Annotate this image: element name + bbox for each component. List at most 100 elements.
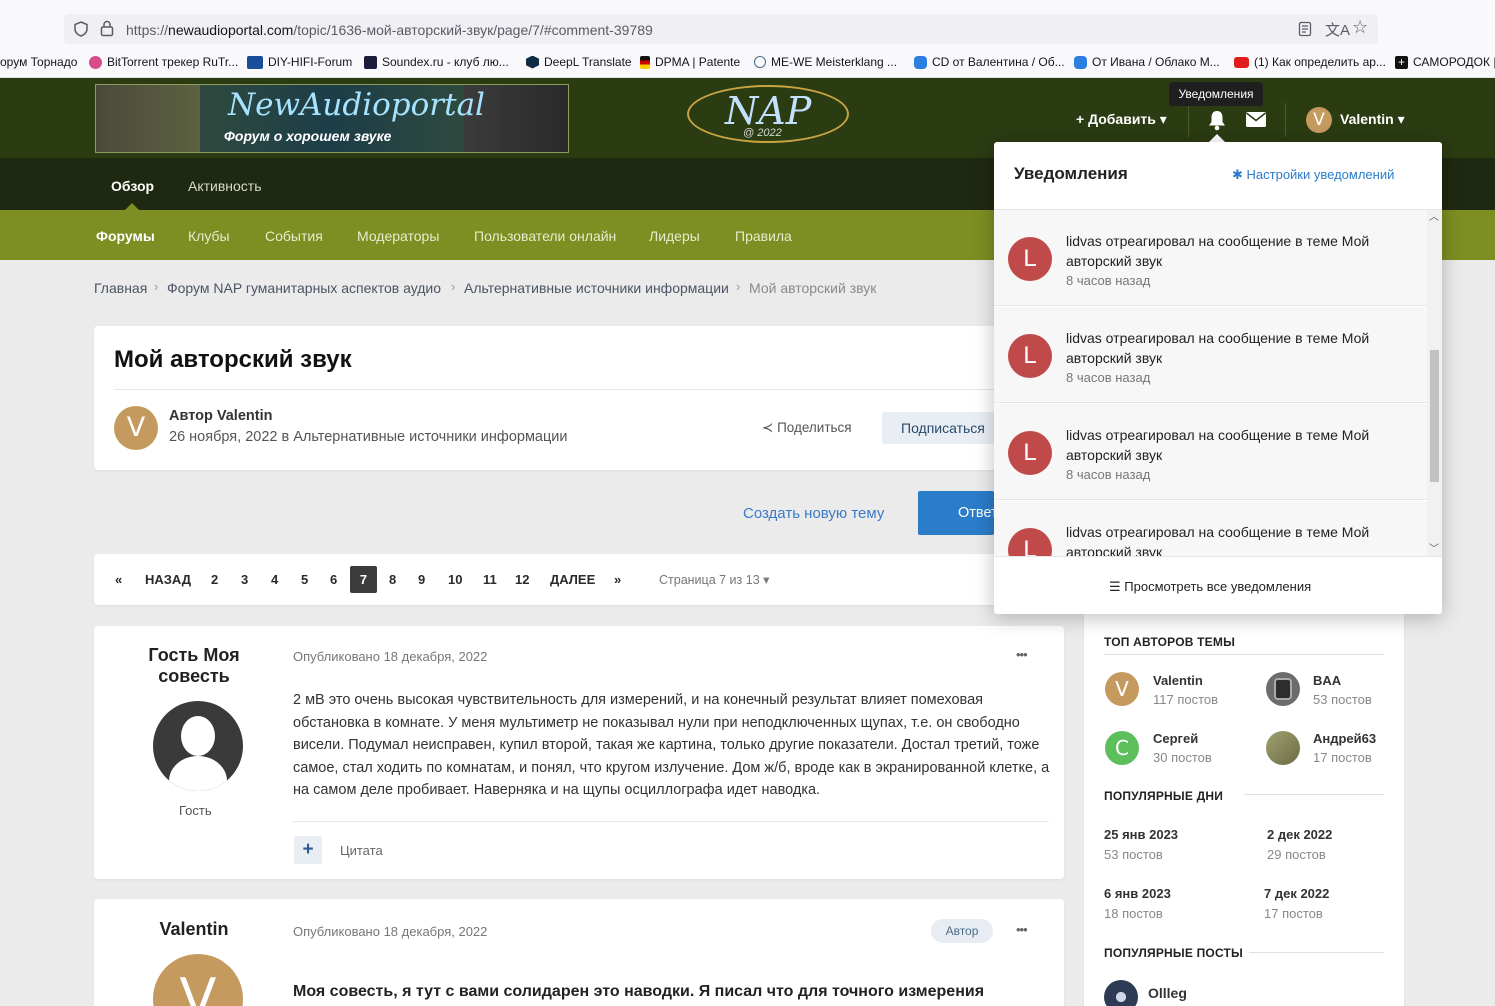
bookmark-ot-ivana[interactable]: От Ивана / Облако М... bbox=[1074, 55, 1220, 69]
nav-activity[interactable]: Активность bbox=[188, 178, 262, 194]
follow-button[interactable]: Подписаться bbox=[882, 412, 1008, 444]
bookmark-rutracker[interactable]: BitTorrent трекер RuTr... bbox=[89, 55, 238, 69]
multiquote-plus-icon[interactable]: + bbox=[294, 836, 322, 864]
pagination-first[interactable]: « bbox=[115, 572, 122, 587]
page-link-8[interactable]: 8 bbox=[389, 572, 396, 587]
top-author-name[interactable]: Сергей bbox=[1153, 731, 1198, 746]
nav-forums[interactable]: Форумы bbox=[96, 228, 155, 244]
topic-author-avatar[interactable]: V bbox=[114, 406, 158, 450]
top-author-avatar[interactable] bbox=[1266, 731, 1300, 765]
breadcrumb-home[interactable]: Главная bbox=[94, 280, 147, 296]
top-author-name[interactable]: Андрей63 bbox=[1313, 731, 1376, 746]
post-more-icon[interactable]: ••• bbox=[1016, 922, 1028, 937]
url-text[interactable]: https://newaudioportal.com/topic/1636-мо… bbox=[126, 22, 653, 38]
bell-icon[interactable] bbox=[1207, 109, 1227, 131]
nav-clubs[interactable]: Клубы bbox=[188, 228, 230, 244]
reply-button[interactable]: Ответить bbox=[918, 491, 994, 535]
shield-icon[interactable] bbox=[73, 21, 89, 37]
view-all-notifications-link[interactable]: ☰ Просмотреть все уведомления bbox=[1109, 579, 1311, 595]
user-menu[interactable]: Valentin ▾ bbox=[1340, 111, 1405, 128]
top-author-name[interactable]: BAA bbox=[1313, 673, 1341, 688]
quote-link[interactable]: Цитата bbox=[340, 843, 383, 858]
page-jump-dropdown[interactable]: Страница 7 из 13 ▾ bbox=[659, 572, 769, 587]
notification-item[interactable]: L lidvas отреагировал на сообщение в тем… bbox=[994, 404, 1427, 500]
bookmark-samorodok[interactable]: + САМОРОДОК | bbox=[1395, 55, 1495, 69]
pagination-prev[interactable]: НАЗАД bbox=[145, 572, 191, 587]
page-link-2[interactable]: 2 bbox=[211, 572, 218, 587]
popular-day-date[interactable]: 25 янв 2023 bbox=[1104, 827, 1178, 842]
post-more-icon[interactable]: ••• bbox=[1016, 647, 1028, 662]
share-button[interactable]: ≺ Поделиться bbox=[762, 420, 852, 436]
post-author-name[interactable]: Valentin bbox=[138, 919, 250, 940]
popular-post-author[interactable]: Ollleg bbox=[1148, 985, 1187, 1001]
post-date[interactable]: Опубликовано 18 декабря, 2022 bbox=[293, 924, 487, 939]
top-author-avatar[interactable]: C bbox=[1105, 731, 1139, 765]
lock-icon[interactable] bbox=[100, 20, 114, 37]
divider bbox=[1249, 952, 1384, 953]
notification-item[interactable]: L lidvas отреагировал на сообщение в тем… bbox=[994, 210, 1427, 306]
bookmark-youtube[interactable]: (1) Как определить ар... bbox=[1234, 55, 1386, 69]
nav-moderators[interactable]: Модераторы bbox=[357, 228, 439, 244]
post-author-avatar[interactable]: V bbox=[153, 954, 243, 1006]
notification-list[interactable]: L lidvas отреагировал на сообщение в тем… bbox=[994, 210, 1427, 556]
page-link-11[interactable]: 11 bbox=[483, 572, 497, 587]
top-author-name[interactable]: Valentin bbox=[1153, 673, 1203, 688]
caret-down-icon: ▾ bbox=[759, 573, 770, 587]
page-link-9[interactable]: 9 bbox=[418, 572, 425, 587]
page-link-12[interactable]: 12 bbox=[515, 572, 529, 587]
post-date[interactable]: Опубликовано 18 декабря, 2022 bbox=[293, 649, 487, 664]
notification-time: 8 часов назад bbox=[1066, 273, 1151, 288]
nav-events[interactable]: События bbox=[265, 228, 323, 244]
bookmark-deepl[interactable]: DeepL Translate bbox=[526, 55, 632, 69]
pagination-last[interactable]: » bbox=[614, 572, 621, 587]
bookmark-mewe[interactable]: ME-WE Meisterklang ... bbox=[754, 55, 897, 69]
notification-time: 8 часов назад bbox=[1066, 370, 1151, 385]
notification-item[interactable]: L lidvas отреагировал на сообщение в тем… bbox=[994, 307, 1427, 403]
envelope-icon[interactable] bbox=[1245, 111, 1267, 128]
breadcrumb-category[interactable]: Альтернативные источники информации bbox=[464, 280, 729, 296]
popular-post-avatar[interactable] bbox=[1104, 980, 1138, 1006]
nav-rules[interactable]: Правила bbox=[735, 228, 792, 244]
scrollbar-thumb[interactable] bbox=[1430, 350, 1439, 482]
add-button[interactable]: + Добавить ▾ bbox=[1076, 111, 1167, 128]
reader-view-icon[interactable] bbox=[1298, 21, 1312, 37]
page-link-current[interactable]: 7 bbox=[350, 566, 377, 593]
pagination-next[interactable]: ДАЛЕЕ bbox=[550, 572, 595, 587]
bookmark-tornado[interactable]: орум Торнадо bbox=[0, 55, 77, 69]
list-icon: ☰ bbox=[1109, 579, 1125, 594]
nav-online-users[interactable]: Пользователи онлайн bbox=[474, 228, 616, 244]
popular-day-date[interactable]: 6 янв 2023 bbox=[1104, 886, 1171, 901]
post-author-name[interactable]: Гость Моя совесть bbox=[138, 645, 250, 687]
page-link-4[interactable]: 4 bbox=[271, 572, 278, 587]
page-link-5[interactable]: 5 bbox=[301, 572, 308, 587]
nav-leaders[interactable]: Лидеры bbox=[649, 228, 700, 244]
top-author-avatar[interactable]: V bbox=[1105, 672, 1139, 706]
scroll-down-icon[interactable]: ﹀ bbox=[1429, 540, 1439, 555]
notification-settings-link[interactable]: ✱ Настройки уведомлений bbox=[1232, 167, 1394, 183]
scroll-up-icon[interactable]: ︿ bbox=[1429, 208, 1439, 223]
divider bbox=[1104, 654, 1384, 655]
bookmark-soundex[interactable]: Soundex.ru - клуб лю... bbox=[364, 55, 509, 69]
breadcrumb-forum[interactable]: Форум NAP гуманитарных аспектов аудио bbox=[167, 280, 441, 296]
bookmark-diy-hifi[interactable]: DIY-HIFI-Forum bbox=[247, 55, 352, 69]
translate-icon[interactable]: 文A bbox=[1325, 19, 1350, 40]
bookmark-cd-valentin[interactable]: CD от Валентина / Об... bbox=[914, 55, 1065, 69]
nap-logo[interactable]: NAP @ 2022 bbox=[687, 85, 849, 143]
site-logo[interactable]: NewAudioportal Форум о хорошем звуке bbox=[95, 84, 569, 153]
bookmark-star-icon[interactable]: ☆ bbox=[1352, 17, 1368, 38]
popular-day-date[interactable]: 2 дек 2022 bbox=[1267, 827, 1332, 842]
chevron-right-icon: › bbox=[451, 279, 456, 294]
top-author-avatar[interactable] bbox=[1266, 672, 1300, 706]
notification-scrollbar[interactable]: ︿ ﹀ bbox=[1427, 210, 1442, 556]
nav-overview[interactable]: Обзор bbox=[111, 178, 154, 194]
page-link-10[interactable]: 10 bbox=[448, 572, 462, 587]
bookmark-dpma[interactable]: DPMA | Patente bbox=[640, 55, 740, 69]
topic-author-name[interactable]: Valentin bbox=[217, 408, 273, 424]
page-link-3[interactable]: 3 bbox=[241, 572, 248, 587]
user-avatar[interactable]: V bbox=[1306, 107, 1332, 133]
page-link-6[interactable]: 6 bbox=[330, 572, 337, 587]
popular-day-date[interactable]: 7 дек 2022 bbox=[1264, 886, 1329, 901]
new-topic-link[interactable]: Создать новую тему bbox=[743, 505, 884, 522]
notification-item[interactable]: L lidvas отреагировал на сообщение в тем… bbox=[994, 501, 1427, 556]
top-author-posts: 17 постов bbox=[1313, 750, 1372, 765]
